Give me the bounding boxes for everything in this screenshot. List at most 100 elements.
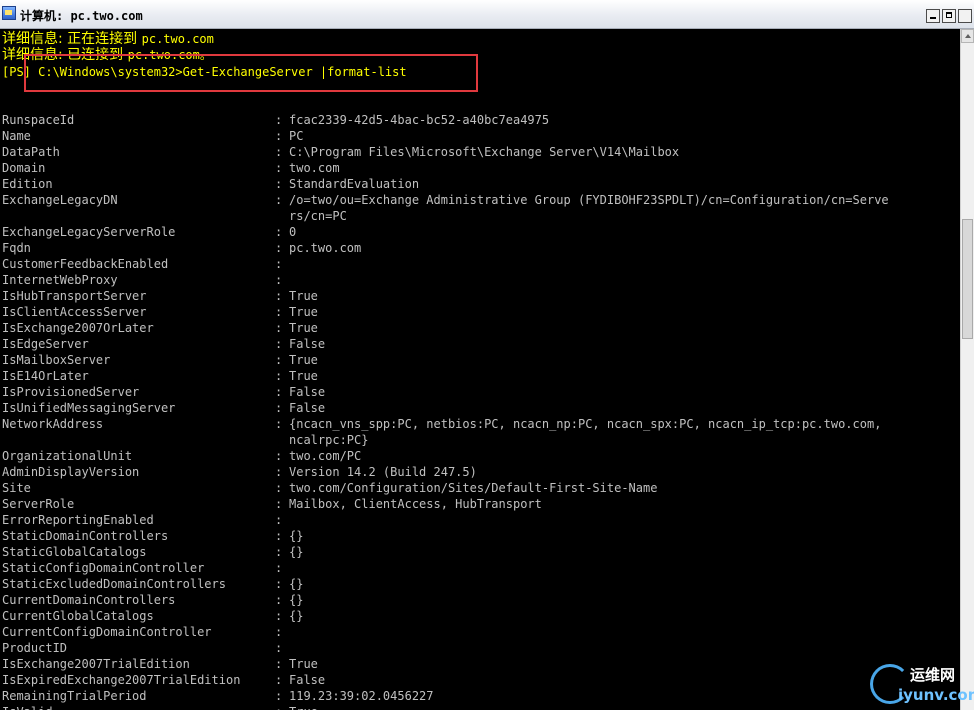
property-separator: : (275, 385, 283, 399)
verbose-line-connecting: 详细信息: 正在连接到 pc.two.com (2, 31, 214, 47)
property-name: IsMailboxServer (2, 353, 111, 367)
property-name: IsE14OrLater (2, 369, 89, 383)
property-name: ExchangeLegacyDN (2, 193, 118, 207)
minimize-button[interactable] (926, 9, 940, 23)
vertical-scrollbar[interactable] (960, 29, 974, 710)
command-highlight-box (24, 54, 478, 92)
console-window: 计算机: pc.two.com 详细信息: 正在连接到 pc.two.com 详… (0, 0, 974, 710)
property-value: {ncacn_vns_spp:PC, netbios:PC, ncacn_np:… (289, 417, 882, 431)
property-name: IsClientAccessServer (2, 305, 147, 319)
property-separator: : (275, 704, 282, 710)
watermark-logo: 运维网 iyunv.com (868, 660, 974, 708)
property-value: {} (289, 593, 304, 607)
property-name: DataPath (2, 145, 60, 159)
property-name: IsExpiredExchange2007TrialEdition (2, 673, 241, 687)
property-name: Site (2, 481, 31, 495)
watermark-url: iyunv.com (898, 686, 974, 704)
property-separator: : (275, 497, 283, 511)
console-output[interactable]: 详细信息: 正在连接到 pc.two.com 详细信息: 已连接到 pc.two… (0, 29, 960, 710)
property-value: False (289, 673, 326, 687)
property-separator: : (275, 689, 283, 703)
property-value: False (289, 337, 326, 351)
property-separator: : (275, 417, 283, 431)
property-name: NetworkAddress (2, 417, 104, 431)
property-name: IsEdgeServer (2, 337, 89, 351)
property-name: Name (2, 129, 31, 143)
scroll-up-icon[interactable] (961, 29, 974, 43)
property-separator: : (275, 673, 283, 687)
property-value: pc.two.com (289, 241, 362, 255)
property-value: StandardEvaluation (289, 177, 420, 191)
property-separator: : (275, 545, 283, 559)
property-value: PC (289, 129, 304, 143)
property-value: /o=two/ou=Exchange Administrative Group … (289, 193, 889, 207)
property-separator: : (275, 305, 283, 319)
scrollbar-thumb[interactable] (962, 219, 973, 339)
window-title: 计算机: pc.two.com (20, 9, 143, 23)
property-name: IsExchange2007TrialEdition (2, 657, 190, 671)
property-separator: : (275, 161, 283, 175)
property-value: {} (289, 577, 304, 591)
property-value: 0 (289, 225, 297, 239)
property-value: True (289, 321, 318, 335)
property-name: IsExchange2007OrLater (2, 321, 154, 335)
close-button[interactable] (958, 9, 972, 23)
property-separator: : (275, 593, 283, 607)
property-value: fcac2339-42d5-4bac-bc52-a40bc7ea4975 (289, 113, 550, 127)
property-name: ExchangeLegacyServerRole (2, 225, 176, 239)
property-separator: : (275, 625, 283, 639)
property-name: CustomerFeedbackEnabled (2, 257, 169, 271)
property-separator: : (275, 369, 283, 383)
title-bar[interactable]: 计算机: pc.two.com (0, 0, 974, 29)
watermark-cn-text: 运维网 (910, 666, 956, 684)
property-separator: : (275, 289, 283, 303)
property-name: StaticExcludedDomainControllers (2, 577, 226, 591)
property-separator: : (275, 641, 283, 655)
property-name: OrganizationalUnit (2, 449, 133, 463)
property-separator: : (275, 113, 283, 127)
property-name: ServerRole (2, 497, 75, 511)
maximize-button[interactable] (942, 9, 956, 23)
property-name: CurrentGlobalCatalogs (2, 609, 154, 623)
property-value: False (289, 385, 326, 399)
property-separator: : (275, 401, 283, 415)
property-value: two.com (289, 161, 340, 175)
property-name: CurrentDomainControllers (2, 593, 176, 607)
property-name: StaticDomainControllers (2, 529, 169, 543)
computer-icon (2, 6, 16, 20)
property-separator: : (275, 273, 283, 287)
property-name: Fqdn (2, 241, 31, 255)
property-separator: : (275, 353, 283, 367)
property-value: False (289, 401, 326, 415)
property-value: True (289, 289, 318, 303)
property-name: ErrorReportingEnabled (2, 513, 154, 527)
property-value: {} (289, 545, 304, 559)
property-separator: : (275, 225, 283, 239)
property-name: IsProvisionedServer (2, 385, 140, 399)
property-name: Domain (2, 161, 46, 175)
property-separator: : (275, 241, 283, 255)
property-value: Version 14.2 (Build 247.5) (289, 465, 477, 479)
property-separator: : (275, 577, 283, 591)
property-name: RunspaceId (2, 113, 75, 127)
property-separator: : (275, 321, 283, 335)
property-value: C:\Program Files\Microsoft\Exchange Serv… (289, 145, 680, 159)
property-separator: : (275, 609, 283, 623)
property-separator: : (275, 529, 283, 543)
property-separator: : (275, 129, 283, 143)
property-separator: : (275, 193, 283, 207)
property-name: AdminDisplayVersion (2, 465, 140, 479)
property-name: ProductID (2, 641, 68, 655)
property-name: IsUnifiedMessagingServer (2, 401, 176, 415)
property-name: CurrentConfigDomainController (2, 625, 212, 639)
property-name: RemainingTrialPeriod (2, 689, 147, 703)
property-separator: : (275, 257, 283, 271)
property-name: IsValid (2, 704, 53, 710)
property-value: {} (289, 529, 304, 543)
property-separator: : (275, 513, 283, 527)
property-separator: : (275, 177, 283, 191)
property-value: True (289, 657, 318, 671)
property-value: Mailbox, ClientAccess, HubTransport (289, 497, 542, 511)
property-value: two.com/Configuration/Sites/Default-Firs… (289, 481, 658, 495)
property-value: True (289, 305, 318, 319)
